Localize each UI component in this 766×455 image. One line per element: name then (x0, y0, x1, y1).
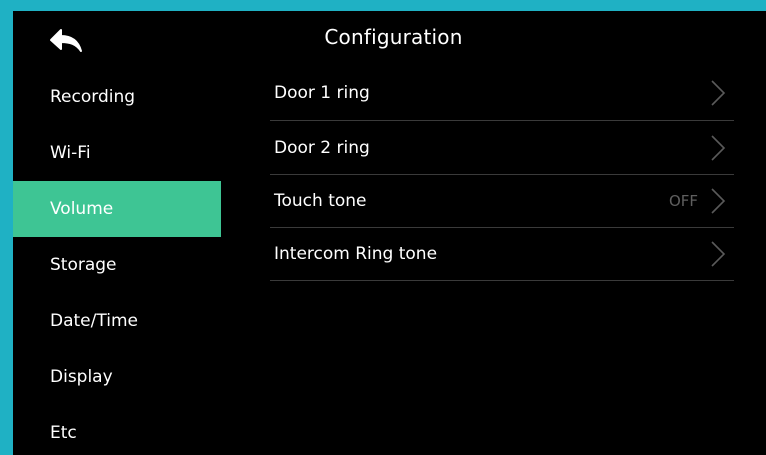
setting-row-touch-tone[interactable]: Touch tone OFF (270, 175, 734, 228)
sidebar-item-label: Wi-Fi (50, 143, 91, 163)
screen: Configuration Recording Wi-Fi Volume Sto… (13, 11, 766, 455)
sidebar-item-label: Date/Time (50, 311, 138, 331)
sidebar-item-date-time[interactable]: Date/Time (13, 293, 221, 349)
chevron-right-icon (711, 241, 726, 267)
sidebar-item-storage[interactable]: Storage (13, 237, 221, 293)
sidebar-item-label: Storage (50, 255, 117, 275)
chevron-right-icon (711, 134, 726, 161)
setting-value: OFF (668, 192, 698, 210)
setting-row-door-1-ring[interactable]: Door 1 ring (270, 65, 734, 121)
sidebar-item-volume[interactable]: Volume (13, 181, 221, 237)
setting-label: Door 1 ring (274, 82, 370, 103)
setting-row-door-2-ring[interactable]: Door 2 ring (270, 121, 734, 175)
sidebar-item-recording[interactable]: Recording (13, 69, 221, 125)
sidebar-item-wifi[interactable]: Wi-Fi (13, 125, 221, 181)
sidebar-item-label: Display (50, 367, 113, 387)
setting-label: Intercom Ring tone (274, 244, 438, 264)
sidebar-item-display[interactable]: Display (13, 349, 221, 405)
sidebar-item-label: Volume (50, 199, 114, 219)
sidebar-item-etc[interactable]: Etc (13, 405, 221, 455)
setting-label: Touch tone (274, 191, 367, 211)
setting-label: Door 2 ring (274, 137, 370, 158)
sidebar-item-label: Etc (50, 423, 77, 443)
chevron-right-icon (711, 188, 726, 214)
setting-row-intercom-ring-tone[interactable]: Intercom Ring tone (270, 228, 734, 281)
sidebar-item-label: Recording (50, 87, 136, 107)
device-bezel: Configuration Recording Wi-Fi Volume Sto… (0, 0, 766, 455)
chevron-right-icon (711, 79, 726, 106)
page-title: Configuration (324, 25, 463, 49)
